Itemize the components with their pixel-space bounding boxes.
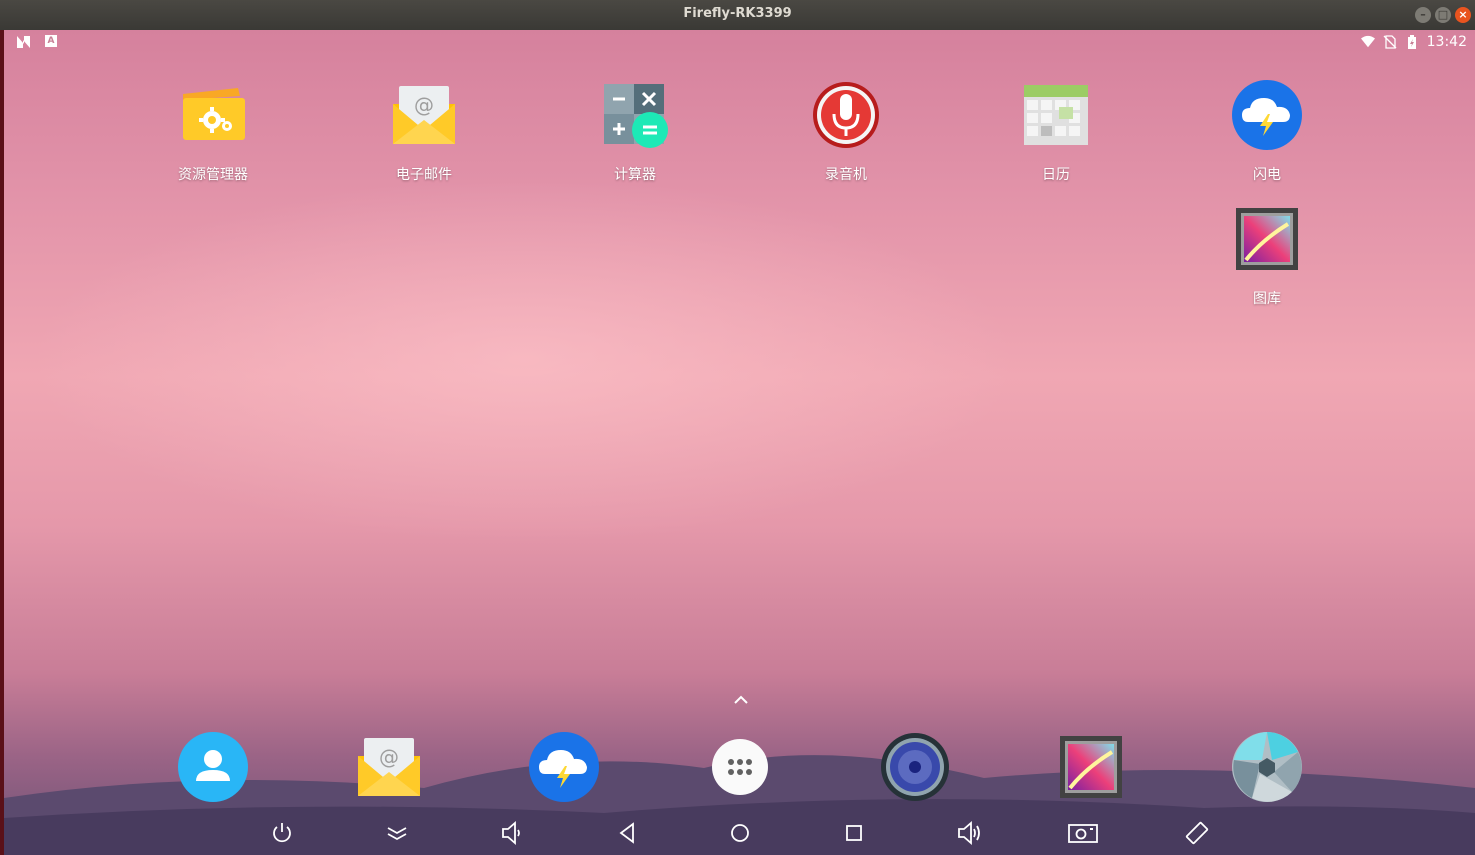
app-label: 闪电: [1253, 167, 1281, 183]
status-clock: 13:42: [1426, 34, 1467, 50]
svg-text:@: @: [414, 93, 434, 117]
email-icon: @: [393, 86, 455, 144]
app-label: 电子邮件: [396, 167, 452, 183]
app-lightning-browser[interactable]: 闪电: [1197, 80, 1337, 184]
gallery-icon[interactable]: [1056, 732, 1126, 802]
app-label: 录音机: [825, 167, 867, 183]
volume-down-icon[interactable]: [498, 820, 524, 846]
app-label: 日历: [1042, 167, 1070, 183]
app-calendar[interactable]: 日历: [986, 80, 1126, 184]
navigation-bar: [4, 808, 1475, 855]
app-sound-recorder[interactable]: 录音机: [776, 80, 916, 184]
app-label: 计算器: [614, 167, 656, 183]
gallery-icon: [1236, 208, 1298, 270]
app-gallery[interactable]: 图库: [1197, 204, 1337, 308]
calendar-icon: [1024, 85, 1088, 145]
app-calculator[interactable]: 计算器: [565, 80, 705, 184]
status-bar[interactable]: A 13:42: [4, 30, 1475, 54]
power-icon[interactable]: [269, 820, 295, 846]
email-icon[interactable]: @: [354, 732, 424, 802]
volume-up-icon[interactable]: [956, 820, 982, 846]
window-title: Firefly-RK3399: [683, 6, 792, 21]
back-icon[interactable]: [614, 820, 640, 846]
lightning-browser-icon: [1232, 80, 1302, 150]
dock: @: [4, 718, 1475, 808]
emulator-window: Firefly-RK3399 – □ × A 13:42 资源管理器 @ 电子邮…: [0, 0, 1475, 855]
app-label: 资源管理器: [178, 167, 248, 183]
recents-icon[interactable]: [841, 820, 867, 846]
rotate-icon[interactable]: [1184, 820, 1210, 846]
screenshot-icon[interactable]: [1067, 820, 1099, 846]
app-label: 图库: [1253, 291, 1281, 307]
close-button[interactable]: ×: [1455, 7, 1471, 23]
collapse-icon[interactable]: [384, 820, 410, 846]
calculator-icon: [604, 84, 668, 148]
chevron-up-icon[interactable]: [732, 694, 750, 706]
contacts-icon[interactable]: [178, 732, 248, 802]
file-manager-icon: [183, 88, 245, 140]
battery-icon: [1407, 35, 1416, 49]
home-icon[interactable]: [727, 820, 753, 846]
music-icon[interactable]: [880, 732, 950, 802]
a-badge-icon: A: [45, 35, 57, 47]
minimize-button[interactable]: –: [1415, 7, 1431, 23]
lightning-browser-icon[interactable]: [529, 732, 599, 802]
app-email[interactable]: @ 电子邮件: [354, 80, 494, 184]
maximize-button[interactable]: □: [1435, 7, 1451, 23]
wifi-icon: [1360, 35, 1375, 48]
svg-text:@: @: [379, 745, 399, 769]
no-sim-icon: [1383, 35, 1397, 49]
window-titlebar[interactable]: Firefly-RK3399 – □ ×: [0, 0, 1475, 30]
camera-icon[interactable]: [1232, 732, 1302, 802]
app-drawer-icon[interactable]: [705, 732, 775, 802]
app-file-manager[interactable]: 资源管理器: [143, 80, 283, 184]
sound-recorder-icon: [813, 82, 879, 148]
android-home-screen: A 13:42 资源管理器 @ 电子邮件 计算器 录音机 日历 闪电 图库 @: [4, 30, 1475, 855]
n-notification-icon: [17, 36, 30, 48]
